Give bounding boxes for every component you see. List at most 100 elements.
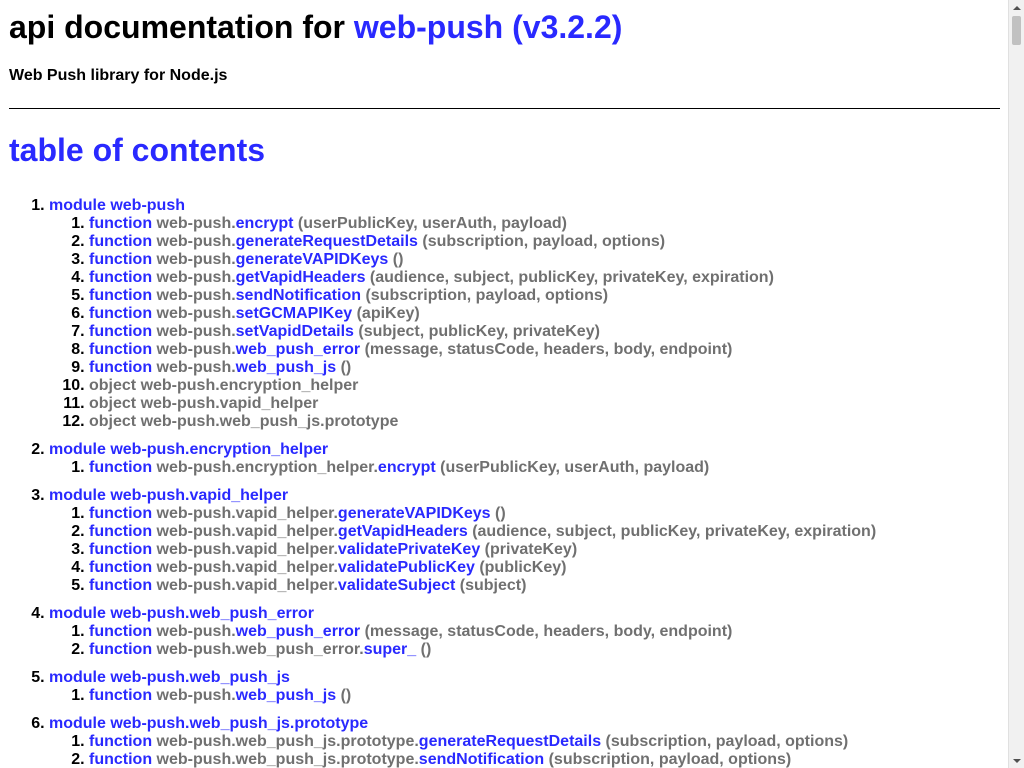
module-link[interactable]: module web-push.web_push_js <box>49 669 290 686</box>
toc-item: function web-push.web_push_error (messag… <box>89 341 1000 359</box>
item-prefix: web-push.vapid_helper. <box>156 577 338 594</box>
item-prefix: web-push. <box>156 305 236 322</box>
function-keyword-link[interactable]: function <box>89 523 152 540</box>
toc-item: object web-push.encryption_helper <box>89 377 1000 395</box>
module-link[interactable]: module web-push <box>49 197 185 214</box>
function-name-link[interactable]: validatePrivateKey <box>338 541 480 558</box>
toc-item: function web-push.setVapidDetails (subje… <box>89 323 1000 341</box>
item-prefix: web-push.web_push_js.prototype. <box>156 733 419 750</box>
item-args: (privateKey) <box>480 541 578 558</box>
title-link[interactable]: web-push (v3.2.2) <box>354 9 623 45</box>
function-keyword-link[interactable]: function <box>89 269 152 286</box>
item-args: () <box>416 641 432 658</box>
item-args: (subject) <box>455 577 527 594</box>
toc-item: function web-push.web_push_js.prototype.… <box>89 733 1000 751</box>
function-name-link[interactable]: getVapidHeaders <box>236 269 366 286</box>
item-args: (message, statusCode, headers, body, end… <box>360 341 733 358</box>
toc-sublist: function web-push.encrypt (userPublicKey… <box>49 215 1000 431</box>
toc-sublist: function web-push.web_push_error (messag… <box>49 623 1000 659</box>
toc-sublist: function web-push.encryption_helper.encr… <box>49 459 1000 477</box>
function-keyword-link[interactable]: function <box>89 341 152 358</box>
scroll-up-button[interactable] <box>1009 0 1024 15</box>
function-keyword-link[interactable]: function <box>89 733 152 750</box>
item-prefix: web-push.vapid_helper. <box>156 541 338 558</box>
module-link[interactable]: module web-push.encryption_helper <box>49 441 328 458</box>
scrollbar[interactable] <box>1008 0 1024 768</box>
scroll-thumb[interactable] <box>1012 16 1021 45</box>
module-link[interactable]: module web-push.web_push_js.prototype <box>49 715 368 732</box>
function-name-link[interactable]: web_push_error <box>236 341 360 358</box>
item-args: (subscription, payload, options) <box>601 733 849 750</box>
object-item: object web-push.vapid_helper <box>89 395 319 412</box>
item-args: (subject, publicKey, privateKey) <box>353 323 600 340</box>
function-keyword-link[interactable]: function <box>89 305 152 322</box>
arrow-up-icon <box>1012 5 1021 10</box>
item-prefix: web-push. <box>156 687 236 704</box>
function-keyword-link[interactable]: function <box>89 233 152 250</box>
item-args: (userPublicKey, userAuth, payload) <box>293 215 567 232</box>
function-name-link[interactable]: generateRequestDetails <box>236 233 418 250</box>
function-name-link[interactable]: sendNotification <box>236 287 361 304</box>
item-args: (subscription, payload, options) <box>361 287 609 304</box>
object-item: object web-push.web_push_js.prototype <box>89 413 399 430</box>
module-link[interactable]: module web-push.vapid_helper <box>49 487 288 504</box>
function-name-link[interactable]: generateVAPIDKeys <box>236 251 389 268</box>
function-name-link[interactable]: validatePublicKey <box>338 559 475 576</box>
function-name-link[interactable]: encrypt <box>236 215 294 232</box>
module-link[interactable]: module web-push.web_push_error <box>49 605 314 622</box>
item-args: (apiKey) <box>352 305 420 322</box>
function-name-link[interactable]: web_push_js <box>236 359 336 376</box>
item-args: (publicKey) <box>474 559 567 576</box>
toc-item: function web-push.vapid_helper.validateS… <box>89 577 1000 595</box>
toc-item: function web-push.vapid_helper.generateV… <box>89 505 1000 523</box>
function-keyword-link[interactable]: function <box>89 323 152 340</box>
toc-item: function web-push.sendNotification (subs… <box>89 287 1000 305</box>
function-name-link[interactable]: super_ <box>364 641 416 658</box>
toc-item: function web-push.getVapidHeaders (audie… <box>89 269 1000 287</box>
scroll-down-button[interactable] <box>1009 753 1024 768</box>
function-keyword-link[interactable]: function <box>89 623 152 640</box>
function-keyword-link[interactable]: function <box>89 751 152 768</box>
function-keyword-link[interactable]: function <box>89 559 152 576</box>
item-prefix: web-push. <box>156 623 236 640</box>
toc-item: function web-push.web_push_js.prototype.… <box>89 751 1000 768</box>
item-args: (subscription, payload, options) <box>544 751 792 768</box>
item-prefix: web-push. <box>156 323 236 340</box>
function-keyword-link[interactable]: function <box>89 577 152 594</box>
function-keyword-link[interactable]: function <box>89 215 152 232</box>
toc-sublist: function web-push.web_push_js.prototype.… <box>49 733 1000 768</box>
page-title: api documentation for web-push (v3.2.2) <box>9 8 1000 46</box>
function-keyword-link[interactable]: function <box>89 287 152 304</box>
function-name-link[interactable]: validateSubject <box>338 577 455 594</box>
function-keyword-link[interactable]: function <box>89 541 152 558</box>
function-keyword-link[interactable]: function <box>89 251 152 268</box>
function-name-link[interactable]: setGCMAPIKey <box>236 305 352 322</box>
arrow-down-icon <box>1012 758 1021 763</box>
function-name-link[interactable]: sendNotification <box>419 751 544 768</box>
toc-item: function web-push.web_push_error.super_ … <box>89 641 1000 659</box>
function-keyword-link[interactable]: function <box>89 505 152 522</box>
item-prefix: web-push. <box>156 233 236 250</box>
function-name-link[interactable]: generateRequestDetails <box>419 733 601 750</box>
toc-item: function web-push.vapid_helper.validateP… <box>89 541 1000 559</box>
function-keyword-link[interactable]: function <box>89 687 152 704</box>
toc-module: module web-push.web_push_js.prototypefun… <box>49 715 1000 768</box>
function-keyword-link[interactable]: function <box>89 459 152 476</box>
toc-item: function web-push.web_push_error (messag… <box>89 623 1000 641</box>
item-prefix: web-push. <box>156 251 236 268</box>
function-name-link[interactable]: generateVAPIDKeys <box>338 505 491 522</box>
item-args: (subscription, payload, options) <box>417 233 666 250</box>
toc-module: module web-push.web_push_jsfunction web-… <box>49 669 1000 705</box>
item-prefix: web-push.vapid_helper. <box>156 559 338 576</box>
item-prefix: web-push. <box>156 359 236 376</box>
function-name-link[interactable]: setVapidDetails <box>236 323 354 340</box>
function-keyword-link[interactable]: function <box>89 641 152 658</box>
item-prefix: web-push.vapid_helper. <box>156 505 338 522</box>
toc-item: object web-push.web_push_js.prototype <box>89 413 1000 431</box>
function-name-link[interactable]: getVapidHeaders <box>338 523 468 540</box>
function-keyword-link[interactable]: function <box>89 359 152 376</box>
function-name-link[interactable]: web_push_error <box>236 623 360 640</box>
function-name-link[interactable]: web_push_js <box>236 687 336 704</box>
function-name-link[interactable]: encrypt <box>378 459 436 476</box>
toc-item: function web-push.vapid_helper.getVapidH… <box>89 523 1000 541</box>
